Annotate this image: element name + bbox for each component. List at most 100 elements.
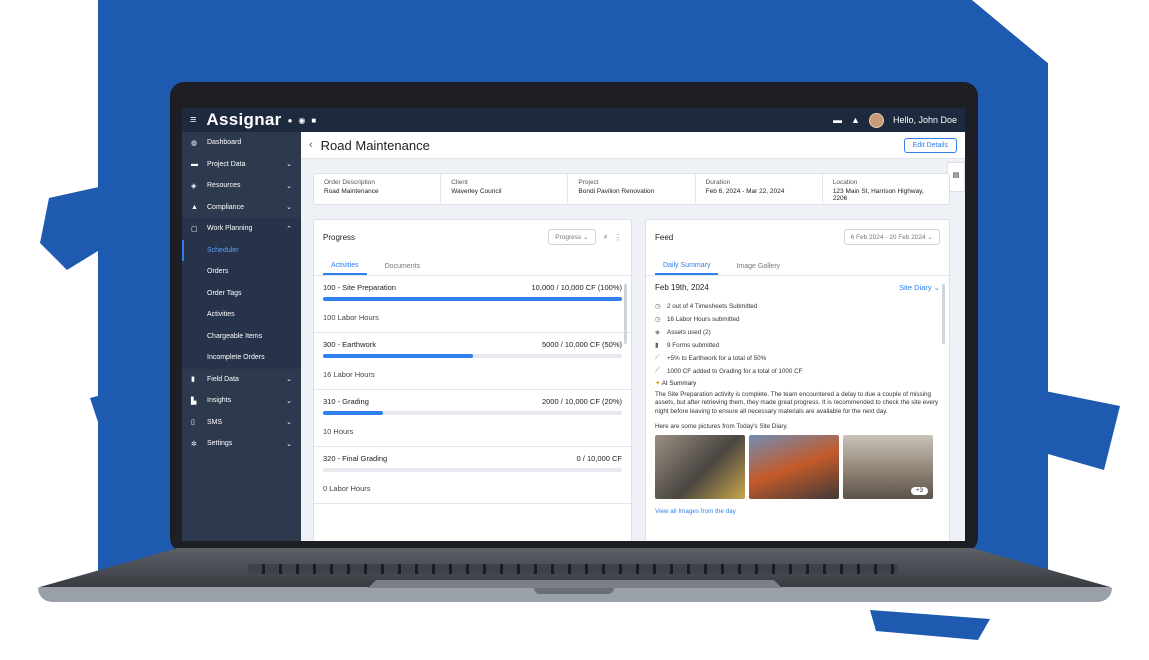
activity-row[interactable]: 100 - Site Preparation 10,000 / 10,000 CF… bbox=[314, 276, 631, 333]
feed-tabs: Daily Summary Image Gallery bbox=[646, 254, 949, 276]
scrollbar[interactable] bbox=[624, 284, 627, 344]
chat-icon[interactable]: ▬ bbox=[833, 115, 842, 125]
activity-hours: 16 Labor Hours bbox=[323, 369, 375, 379]
sidebar-item-field-data[interactable]: ▮ Field Data ⌄ bbox=[182, 369, 301, 391]
menu-icon[interactable]: ≡ bbox=[190, 114, 196, 126]
tab-image-gallery[interactable]: Image Gallery bbox=[736, 263, 780, 275]
progress-title: Progress bbox=[323, 232, 356, 242]
file-icon: ▮ bbox=[191, 376, 195, 384]
progress-fill bbox=[323, 354, 473, 358]
edit-details-button[interactable]: Edit Details bbox=[903, 137, 957, 153]
activity-row[interactable]: 320 - Final Grading 0 / 10,000 CF 0 Labor… bbox=[314, 447, 631, 504]
feed-item-text: +5% to Earthwork for a total of 50% bbox=[667, 354, 767, 362]
folder-icon: ▬ bbox=[191, 160, 198, 168]
more-photos-badge[interactable]: +3 bbox=[911, 487, 928, 495]
sidebar-item-settings[interactable]: ✲ Settings ⌄ bbox=[182, 433, 301, 455]
feed-item: ⟋ +5% to Earthwork for a total of 50% bbox=[655, 354, 940, 362]
briefcase-icon[interactable]: ■ bbox=[311, 116, 316, 125]
user-icon[interactable]: ● bbox=[288, 116, 293, 125]
info-location: Location 123 Main St, Harrison Highway, 2… bbox=[823, 174, 949, 204]
main-content: ‹ Road Maintenance Edit Details ▤ Order … bbox=[301, 132, 965, 541]
chat-icon: ▤ bbox=[952, 172, 960, 179]
tab-documents[interactable]: Documents bbox=[385, 263, 420, 275]
sidebar: ◍ Dashboard ▬ Project Data ⌄ ◈ Resources ⌄ ▲ C… bbox=[182, 132, 301, 541]
chevron-down-icon: ⌄ bbox=[286, 440, 292, 448]
chevron-down-icon: ⌄ bbox=[286, 376, 292, 384]
site-diary-link[interactable]: Site Diary ⌄ bbox=[899, 283, 940, 292]
activity-amount: 5000 / 10,000 CF (50%) bbox=[541, 340, 622, 349]
tab-activities[interactable]: Activities bbox=[323, 262, 367, 275]
feed-item-text: Assets used (2) bbox=[667, 328, 711, 336]
bell-icon[interactable]: ▲ bbox=[851, 115, 860, 125]
sidebar-item-insights[interactable]: ▙ Insights ⌄ bbox=[182, 390, 301, 412]
sidebar-item-dashboard[interactable]: ◍ Dashboard bbox=[182, 132, 301, 154]
sidebar-item-label: Work Planning bbox=[207, 225, 253, 233]
graduation-cap-icon: ▲ bbox=[191, 203, 198, 211]
site-photo[interactable] bbox=[655, 435, 745, 499]
site-photo[interactable]: +3 bbox=[843, 435, 933, 499]
info-value: Road Maintenance bbox=[324, 188, 379, 195]
progress-fill bbox=[323, 411, 383, 415]
clock-icon: ◷ bbox=[655, 303, 661, 310]
info-client: Client Waverley Council bbox=[441, 174, 569, 204]
feed-item: ▮ 9 Forms submitted bbox=[655, 341, 940, 350]
sidebar-item-label: Dashboard bbox=[207, 139, 242, 147]
progress-fill bbox=[323, 297, 622, 301]
sidebar-sub-incomplete-orders[interactable]: Incomplete Orders bbox=[182, 347, 301, 369]
sidebar-sub-order-tags[interactable]: Order Tags bbox=[182, 282, 301, 304]
progress-dropdown[interactable]: Progress ⌄ bbox=[548, 229, 596, 245]
info-label: Project bbox=[578, 179, 599, 186]
resources-icon: ◈ bbox=[191, 182, 197, 190]
photo-strip: +3 bbox=[655, 435, 940, 499]
feed-card: Feed 6 Feb 2024 - 20 Feb 2024 ⌄ Daily Su… bbox=[645, 219, 950, 541]
sidebar-sub-chargeable-items[interactable]: Chargeable Items bbox=[182, 325, 301, 347]
feed-title: Feed bbox=[655, 232, 674, 242]
info-value: Feb 6, 2024 - Mar 22, 2024 bbox=[705, 188, 785, 195]
date-range-dropdown[interactable]: 6 Feb 2024 - 20 Feb 2024 ⌄ bbox=[843, 229, 940, 245]
ai-summary: ✦ AI Summary The Site Preparation activi… bbox=[655, 380, 940, 416]
activity-name: 100 - Site Preparation bbox=[323, 283, 396, 292]
sidebar-sub-activities[interactable]: Activities bbox=[182, 304, 301, 326]
hardhat-icon[interactable]: ◉ bbox=[298, 116, 305, 125]
progress-bar bbox=[323, 297, 622, 301]
progress-tabs: Activities Documents bbox=[314, 254, 631, 276]
scrollbar[interactable] bbox=[942, 284, 945, 344]
back-icon[interactable]: ‹ bbox=[309, 139, 313, 151]
search-icon[interactable]: ⌕ bbox=[604, 232, 608, 242]
chevron-down-icon: ⌄ bbox=[286, 204, 292, 212]
trend-icon: ⟋ bbox=[655, 354, 660, 361]
more-icon[interactable]: ⋮ bbox=[614, 233, 622, 242]
sidebar-item-sms[interactable]: ▯ SMS ⌄ bbox=[182, 412, 301, 434]
chevron-down-icon: ⌄ bbox=[286, 419, 292, 427]
trend-icon: ⟋ bbox=[655, 367, 660, 374]
view-all-images-link[interactable]: View all Images from the day bbox=[655, 508, 940, 515]
app-logo: Assignar bbox=[206, 110, 282, 129]
sidebar-item-work-planning[interactable]: ▢ Work Planning ⌃ bbox=[182, 218, 301, 240]
activity-hours: 10 Hours bbox=[323, 426, 354, 436]
sidebar-item-label: Resources bbox=[207, 182, 241, 190]
progress-header: Progress Progress ⌄ ⌕ ⋮ bbox=[314, 220, 631, 254]
avatar[interactable] bbox=[868, 112, 884, 128]
info-label: Client bbox=[451, 179, 468, 186]
pics-caption: Here are some pictures from Today's Site… bbox=[655, 423, 788, 430]
info-value: Waverley Council bbox=[451, 188, 502, 195]
user-greeting[interactable]: Hello, John Doe bbox=[893, 115, 957, 125]
info-label: Order Description bbox=[324, 179, 375, 186]
paint-splash bbox=[1040, 390, 1120, 470]
info-duration: Duration Feb 6, 2024 - Mar 22, 2024 bbox=[696, 174, 823, 204]
chevron-down-icon: ⌄ bbox=[286, 161, 292, 169]
tab-daily-summary[interactable]: Daily Summary bbox=[655, 262, 719, 275]
feed-item: ◷ 16 Labor Hours submitted bbox=[655, 315, 940, 324]
activity-row[interactable]: 310 - Grading 2000 / 10,000 CF (20%) 10 H… bbox=[314, 390, 631, 447]
feed-item-text: 1000 CF added to Grading for a total of … bbox=[667, 367, 803, 375]
page-header: ‹ Road Maintenance Edit Details bbox=[301, 132, 965, 159]
site-photo[interactable] bbox=[749, 435, 839, 499]
sidebar-sub-orders[interactable]: Orders bbox=[182, 261, 301, 283]
activity-row[interactable]: 300 - Earthwork 5000 / 10,000 CF (50%) 16… bbox=[314, 333, 631, 390]
sidebar-item-project-data[interactable]: ▬ Project Data ⌄ bbox=[182, 154, 301, 176]
sidebar-item-label: Compliance bbox=[207, 203, 244, 211]
activity-name: 310 - Grading bbox=[323, 397, 369, 406]
sidebar-item-compliance[interactable]: ▲ Compliance ⌄ bbox=[182, 197, 301, 219]
sidebar-sub-scheduler[interactable]: Scheduler bbox=[182, 239, 301, 261]
sidebar-item-resources[interactable]: ◈ Resources ⌄ bbox=[182, 175, 301, 197]
